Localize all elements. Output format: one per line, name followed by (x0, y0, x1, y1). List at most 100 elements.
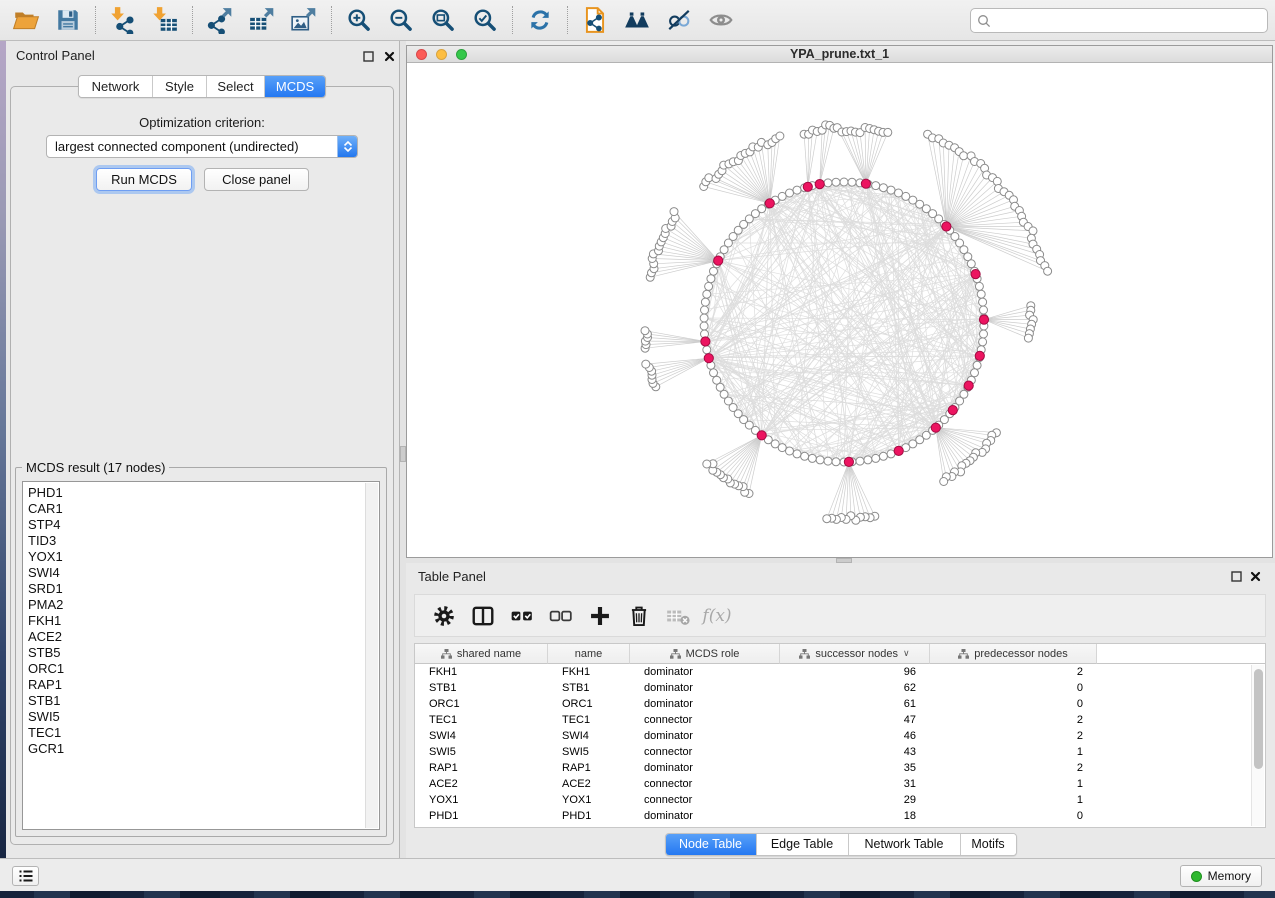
scrollbar-thumb[interactable] (1254, 669, 1263, 769)
add-icon[interactable] (587, 603, 613, 629)
mcds-result-item[interactable]: GCR1 (23, 741, 365, 757)
clear-selection-icon[interactable] (548, 603, 574, 629)
mcds-result-item[interactable]: PHD1 (23, 485, 365, 501)
tree-icon (441, 649, 452, 659)
node-table: shared namenameMCDS rolesuccessor nodes∨… (414, 643, 1266, 828)
cell-shared-name: SWI4 (415, 728, 548, 744)
mcds-result-title: MCDS result (17 nodes) (22, 460, 169, 475)
window-minimize-button[interactable] (436, 49, 447, 60)
mcds-result-item[interactable]: SWI5 (23, 709, 365, 725)
mcds-result-item[interactable]: ACE2 (23, 629, 365, 645)
mcds-result-item[interactable]: STB5 (23, 645, 365, 661)
search-box[interactable] (970, 8, 1268, 33)
mcds-result-item[interactable]: CAR1 (23, 501, 365, 517)
mcds-result-item[interactable]: YOX1 (23, 549, 365, 565)
cell-MCDS-role: dominator (630, 680, 780, 696)
control-panel-title: Control Panel (16, 48, 95, 63)
mcds-result-item[interactable]: STP4 (23, 517, 365, 533)
mcds-result-item[interactable]: SRD1 (23, 581, 365, 597)
share-document-icon[interactable] (579, 4, 611, 36)
function-icon: f(x) (704, 603, 730, 629)
column-header-MCDS-role[interactable]: MCDS role (630, 644, 780, 664)
tab-node-table[interactable]: Node Table (666, 834, 757, 855)
cell-predecessor-nodes: 2 (930, 664, 1097, 680)
column-header-successor-nodes[interactable]: successor nodes∨ (780, 644, 930, 664)
open-icon[interactable] (10, 4, 42, 36)
tab-style[interactable]: Style (153, 76, 207, 97)
tab-mcds[interactable]: MCDS (265, 76, 325, 97)
float-panel-icon[interactable] (1230, 570, 1243, 583)
table-row[interactable]: ACE2ACE2connector311 (415, 776, 1251, 792)
column-header-name[interactable]: name (548, 644, 630, 664)
network-canvas[interactable] (407, 63, 1272, 557)
export-network-icon[interactable] (204, 4, 236, 36)
columns-icon[interactable] (470, 603, 496, 629)
show-panels-button[interactable] (12, 866, 39, 886)
column-header-shared-name[interactable]: shared name (415, 644, 548, 664)
table-row[interactable]: STB1STB1dominator620 (415, 680, 1251, 696)
table-row[interactable]: SWI4SWI4dominator462 (415, 728, 1251, 744)
delete-icon[interactable] (626, 603, 652, 629)
cell-successor-nodes: 18 (780, 808, 930, 824)
cell-predecessor-nodes: 1 (930, 792, 1097, 808)
export-table-icon[interactable] (246, 4, 278, 36)
close-panel-icon[interactable] (1249, 570, 1262, 583)
search-input[interactable] (996, 14, 1261, 28)
run-mcds-button[interactable]: Run MCDS (96, 168, 192, 191)
table-row[interactable]: ORC1ORC1dominator610 (415, 696, 1251, 712)
control-panel-tab-content: NetworkStyleSelectMCDS Optimization crit… (10, 86, 394, 845)
window-close-button[interactable] (416, 49, 427, 60)
cell-predecessor-nodes: 2 (930, 712, 1097, 728)
mcds-result-item[interactable]: ORC1 (23, 661, 365, 677)
zoom-in-icon[interactable] (343, 4, 375, 36)
import-table-icon[interactable] (149, 4, 181, 36)
cell-shared-name: PHD1 (415, 808, 548, 824)
close-panel-button[interactable]: Close panel (204, 168, 309, 191)
table-row[interactable]: SWI5SWI5connector431 (415, 744, 1251, 760)
tab-network[interactable]: Network (79, 76, 153, 97)
cell-predecessor-nodes: 1 (930, 776, 1097, 792)
table-row[interactable]: RAP1RAP1dominator352 (415, 760, 1251, 776)
zoom-fit-icon[interactable] (427, 4, 459, 36)
memory-button[interactable]: Memory (1180, 865, 1262, 887)
mcds-result-item[interactable]: TID3 (23, 533, 365, 549)
float-panel-icon[interactable] (362, 50, 375, 63)
table-row[interactable]: YOX1YOX1connector291 (415, 792, 1251, 808)
mcds-result-item[interactable]: TEC1 (23, 725, 365, 741)
table-row[interactable]: PHD1PHD1dominator180 (415, 808, 1251, 824)
cell-MCDS-role: connector (630, 744, 780, 760)
table-row[interactable]: FKH1FKH1dominator962 (415, 664, 1251, 680)
tab-edge-table[interactable]: Edge Table (757, 834, 849, 855)
select-all-icon[interactable] (509, 603, 535, 629)
mcds-result-list[interactable]: PHD1CAR1STP4TID3YOX1SWI4SRD1PMA2FKH1ACE2… (22, 481, 380, 830)
tab-network-table[interactable]: Network Table (849, 834, 961, 855)
mcds-result-item[interactable]: FKH1 (23, 613, 365, 629)
table-scrollbar[interactable] (1251, 665, 1264, 826)
close-panel-icon[interactable] (383, 50, 396, 63)
mcds-result-item[interactable]: SWI4 (23, 565, 365, 581)
export-image-icon[interactable] (288, 4, 320, 36)
application-window: Control Panel NetworkStyleSelectMCDS Opt… (0, 0, 1275, 898)
first-neighbors-icon[interactable] (621, 4, 653, 36)
mcds-result-item[interactable]: STB1 (23, 693, 365, 709)
refresh-icon[interactable] (524, 4, 556, 36)
gear-icon[interactable] (431, 603, 457, 629)
tab-motifs[interactable]: Motifs (961, 834, 1016, 855)
show-graphics-icon[interactable] (705, 4, 737, 36)
mcds-list-scrollbar[interactable] (365, 483, 378, 828)
table-panel-tabs: Node TableEdge TableNetwork TableMotifs (406, 833, 1275, 856)
tab-select[interactable]: Select (207, 76, 265, 97)
save-icon[interactable] (52, 4, 84, 36)
window-zoom-button[interactable] (456, 49, 467, 60)
optimization-criterion-select[interactable]: largest connected component (undirected) (46, 135, 358, 158)
zoom-selected-icon[interactable] (469, 4, 501, 36)
import-network-icon[interactable] (107, 4, 139, 36)
table-row[interactable]: TEC1TEC1connector472 (415, 712, 1251, 728)
column-header-predecessor-nodes[interactable]: predecessor nodes (930, 644, 1097, 664)
optimization-criterion-label: Optimization criterion: (11, 115, 393, 130)
hide-graphics-icon[interactable] (663, 4, 695, 36)
mcds-result-item[interactable]: RAP1 (23, 677, 365, 693)
cell-MCDS-role: dominator (630, 760, 780, 776)
mcds-result-item[interactable]: PMA2 (23, 597, 365, 613)
zoom-out-icon[interactable] (385, 4, 417, 36)
